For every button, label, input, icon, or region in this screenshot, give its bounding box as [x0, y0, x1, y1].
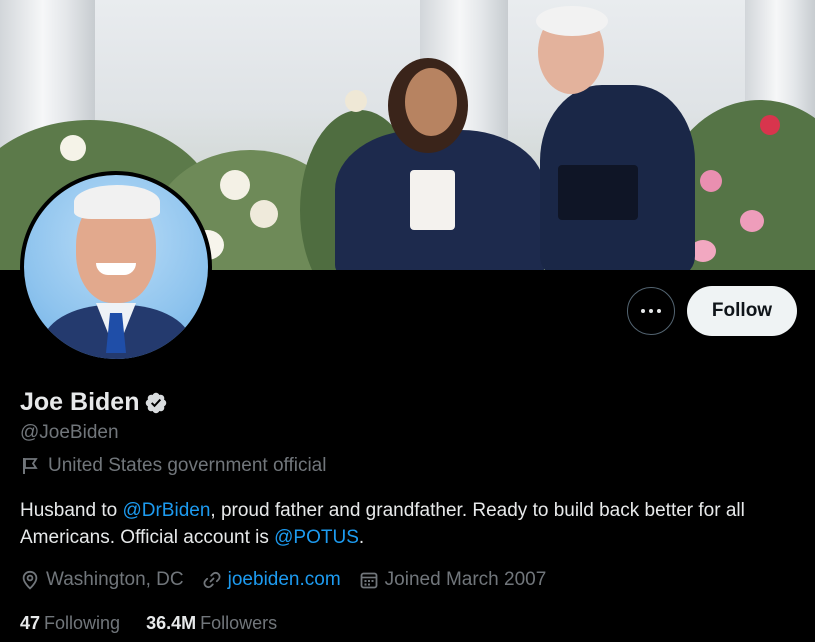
banner-flower: [345, 90, 367, 112]
more-icon: [641, 309, 645, 313]
following-label: Following: [44, 613, 121, 633]
following-stat[interactable]: 47 Following: [20, 613, 120, 634]
following-count: 47: [20, 613, 41, 633]
banner-flower: [220, 170, 250, 200]
bio-text: Husband to: [20, 500, 123, 521]
flag-icon: [23, 458, 38, 474]
joined-text: Joined March 2007: [384, 569, 547, 590]
banner-person-hair: [536, 6, 608, 36]
profile-meta: Washington, DC joebiden.com Joined March…: [20, 569, 564, 591]
followers-stat[interactable]: 36.4M Followers: [146, 613, 277, 634]
profile-name: Joe Biden: [20, 388, 140, 416]
avatar-image: [24, 175, 208, 359]
more-icon-dot: [657, 309, 661, 313]
banner-flower: [760, 115, 780, 135]
profile-location: Washington, DC: [20, 569, 184, 591]
profile-name-row: Joe Biden: [20, 388, 168, 417]
bio-mention-potus[interactable]: @POTUS: [274, 527, 359, 548]
bio-text: .: [358, 527, 365, 548]
more-icon-dot: [649, 309, 653, 313]
banner-person-shirt: [410, 170, 455, 230]
banner-flower: [740, 210, 764, 232]
banner-folder: [558, 165, 638, 220]
profile-label: United States government official: [20, 455, 326, 477]
profile-handle: @JoeBiden: [20, 422, 119, 443]
profile-stats: 47 Following 36.4M Followers: [20, 613, 303, 634]
profile-label-text: United States government official: [48, 455, 327, 476]
website-link[interactable]: joebiden.com: [228, 569, 341, 591]
profile-joined: Joined March 2007: [359, 569, 547, 591]
location-pin-icon: [22, 570, 38, 590]
bio-mention-drbiden[interactable]: @DrBiden: [122, 500, 210, 521]
more-options-button[interactable]: [627, 287, 675, 335]
location-text: Washington, DC: [46, 569, 184, 590]
verified-badge-icon[interactable]: [144, 391, 168, 415]
banner-flower: [250, 200, 278, 228]
calendar-icon: [360, 572, 378, 589]
avatar-smile: [96, 263, 136, 275]
follow-button[interactable]: Follow: [687, 286, 797, 336]
avatar-hair: [74, 185, 160, 219]
banner-flower: [60, 135, 86, 161]
followers-label: Followers: [200, 613, 278, 633]
banner-flower: [700, 170, 722, 192]
banner-person-face: [405, 68, 457, 136]
profile-avatar[interactable]: [20, 171, 212, 363]
profile-bio: Husband to @DrBiden, proud father and gr…: [20, 497, 800, 551]
link-icon: [203, 571, 221, 589]
followers-count: 36.4M: [146, 613, 197, 633]
profile-website[interactable]: joebiden.com: [202, 569, 341, 591]
